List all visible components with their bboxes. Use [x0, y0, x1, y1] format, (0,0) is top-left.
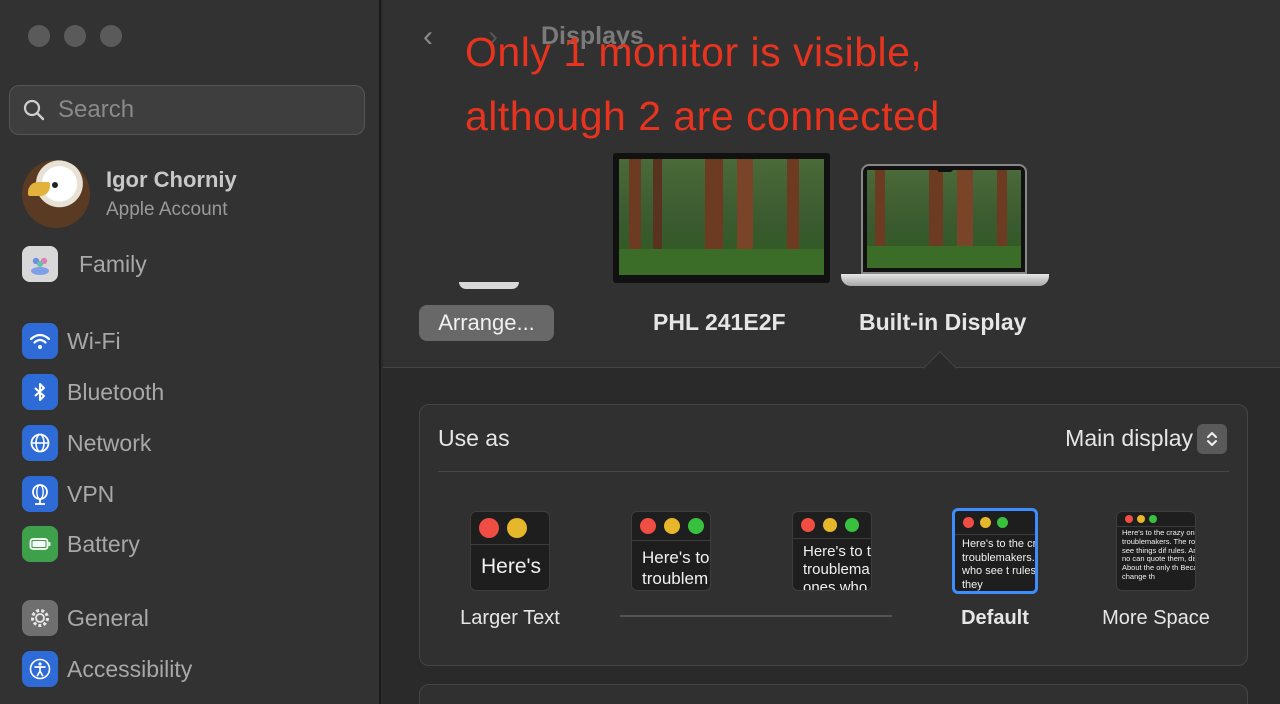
resolution-label-more-space: More Space [1102, 607, 1210, 629]
sidebar-item-vpn[interactable]: VPN [22, 475, 114, 513]
resolution-sample-text: Here's to the cr troublemakers. ones who… [955, 534, 1035, 591]
close-window-button[interactable] [28, 25, 50, 47]
use-as-label: Use as [438, 425, 510, 451]
use-as-popup-button[interactable] [1197, 424, 1227, 454]
annotation-line-1: Only 1 monitor is visible, [465, 29, 923, 75]
sidebar-item-label: Battery [67, 530, 140, 557]
resolution-option-3[interactable]: Here's to t troublema ones who [792, 511, 872, 591]
sidebar-item-label: Wi-Fi [67, 327, 121, 354]
display-label-built-in[interactable]: Built-in Display [859, 309, 1026, 336]
divider [438, 471, 1229, 472]
account-subtitle: Apple Account [106, 199, 228, 220]
wallpaper-preview [867, 170, 1021, 268]
wifi-icon [22, 323, 58, 359]
sidebar: Igor Chorniy Apple Account Family Wi-Fi … [0, 0, 381, 704]
battery-icon [22, 526, 58, 562]
sidebar-item-label: Accessibility [67, 655, 193, 682]
resolution-option-more-space[interactable]: Here's to the crazy one troublemakers. T… [1116, 511, 1196, 591]
vpn-icon [22, 476, 58, 512]
sidebar-item-label: Network [67, 429, 152, 456]
sidebar-item-accessibility[interactable]: Accessibility [22, 650, 192, 688]
display-label-external[interactable]: PHL 241E2F [653, 309, 786, 336]
back-button[interactable]: ‹ [423, 20, 433, 54]
sidebar-item-label: VPN [67, 480, 115, 507]
resolution-sample-text: Here's to the crazy one troublemakers. T… [1117, 526, 1195, 582]
resolution-slider-track [620, 615, 892, 617]
resolution-option-larger-text[interactable]: Here's [470, 511, 550, 591]
sidebar-item-battery[interactable]: Battery [22, 525, 140, 563]
account-name: Igor Chorniy [106, 167, 237, 192]
search-field[interactable] [9, 85, 365, 135]
resolution-sample-text: Here's to t troublema ones who [793, 538, 871, 590]
sidebar-item-bluetooth[interactable]: Bluetooth [22, 373, 164, 411]
annotation-overlay: Only 1 monitor is visible, although 2 ar… [465, 20, 940, 148]
resolution-sample-text: Here's to troublem [632, 540, 710, 589]
laptop-base [841, 274, 1049, 286]
use-as-value[interactable]: Main display [1065, 425, 1193, 452]
built-in-display-thumbnail[interactable] [861, 164, 1027, 274]
family-icon [22, 246, 58, 282]
chevron-updown-icon [1207, 432, 1217, 446]
resolution-option-2[interactable]: Here's to troublem [631, 511, 711, 591]
resolution-label-larger-text: Larger Text [460, 607, 560, 629]
apple-account-item[interactable]: Igor Chorniy Apple Account [22, 160, 237, 228]
sidebar-item-family[interactable]: Family [22, 245, 147, 283]
annotation-line-2: although 2 are connected [465, 93, 940, 139]
gear-icon [22, 600, 58, 636]
display-settings-panel: Use as Main display Here's Here's to tro… [419, 404, 1248, 666]
bluetooth-icon [22, 374, 58, 410]
window-controls [28, 25, 122, 47]
next-settings-panel [419, 684, 1248, 704]
sidebar-item-label: Bluetooth [67, 378, 165, 405]
sidebar-item-general[interactable]: General [22, 599, 149, 637]
sidebar-item-network[interactable]: Network [22, 424, 151, 462]
monitor-stand [459, 282, 519, 289]
external-monitor-thumbnail[interactable] [613, 153, 830, 283]
avatar [22, 160, 90, 228]
search-input[interactable] [58, 96, 348, 124]
resolution-label-default: Default [961, 607, 1029, 629]
accessibility-icon [22, 651, 58, 687]
network-icon [22, 425, 58, 461]
system-settings-window: Igor Chorniy Apple Account Family Wi-Fi … [0, 0, 1280, 704]
sidebar-item-label: General [67, 604, 149, 631]
search-icon [23, 99, 45, 121]
main-content: ‹ › Displays Only 1 monitor is visible, … [383, 0, 1280, 704]
display-arrangement-area: ‹ › Displays Only 1 monitor is visible, … [383, 0, 1280, 385]
arrange-button[interactable]: Arrange... [419, 305, 554, 341]
minimize-window-button[interactable] [64, 25, 86, 47]
sidebar-item-label: Family [79, 250, 147, 277]
resolution-option-default[interactable]: Here's to the cr troublemakers. ones who… [952, 508, 1038, 594]
selection-pointer [923, 351, 957, 385]
wallpaper-preview [619, 159, 824, 275]
resolution-sample-text: Here's [471, 544, 549, 579]
zoom-window-button[interactable] [100, 25, 122, 47]
sidebar-item-wifi[interactable]: Wi-Fi [22, 322, 121, 360]
